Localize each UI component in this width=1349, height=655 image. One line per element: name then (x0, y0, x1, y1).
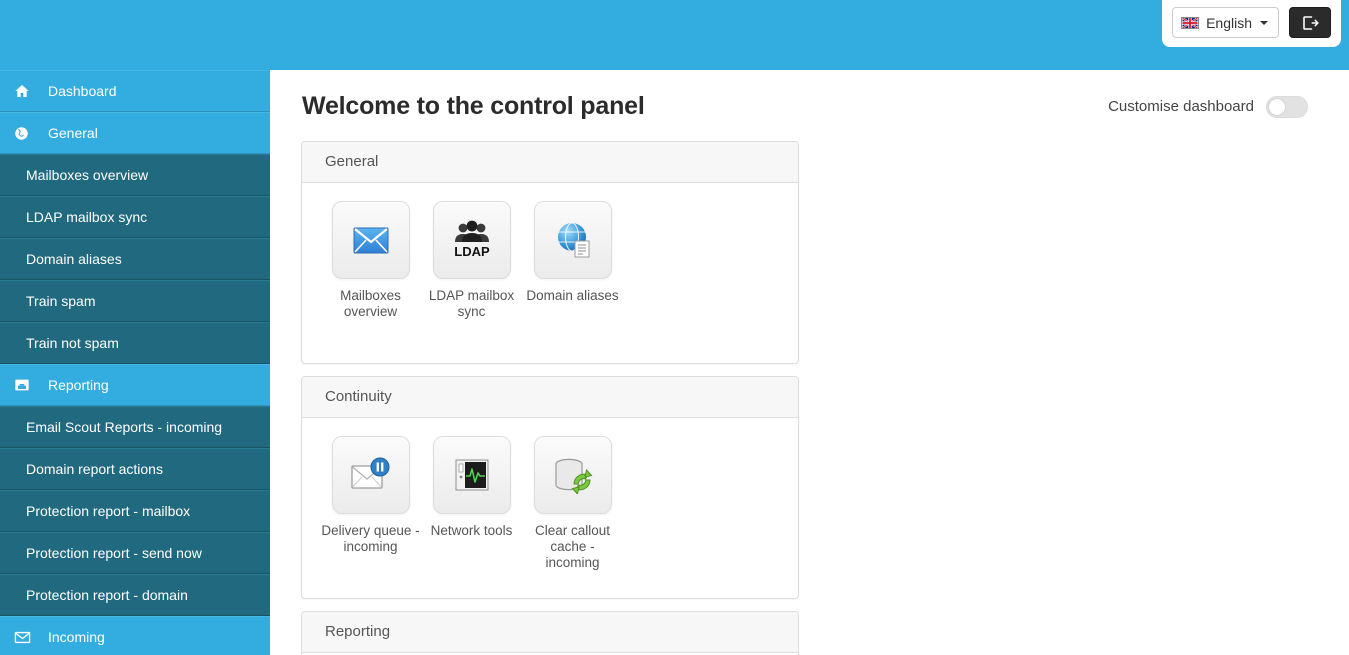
home-icon (14, 83, 36, 99)
dashboard-panels: General Mailboxes overview LDAP LDAP mai… (270, 121, 1349, 655)
panel-general: General Mailboxes overview LDAP LDAP mai… (301, 141, 799, 364)
envelope-pause-icon (349, 456, 393, 494)
tile-label: LDAP mailbox sync (428, 288, 515, 319)
tile-icon-box (432, 436, 511, 514)
sidebar-item-reporting[interactable]: Reporting (0, 364, 270, 406)
language-label: English (1206, 14, 1252, 31)
sign-out-icon (1301, 14, 1319, 32)
customise-dashboard-toggle[interactable] (1266, 95, 1308, 118)
sidebar-navigation: Dashboard General Mailboxes overview LDA… (0, 70, 270, 655)
sidebar-item-train-spam[interactable]: Train spam (0, 280, 270, 322)
inbox-icon (14, 377, 36, 393)
top-header-bar: English (0, 0, 1349, 70)
sidebar-item-dashboard[interactable]: Dashboard (0, 70, 270, 112)
page-header: Welcome to the control panel Customise d… (270, 70, 1349, 121)
tile-clear-callout-cache-incoming[interactable]: Clear callout cache - incoming (522, 436, 623, 571)
logout-button[interactable] (1289, 7, 1331, 38)
customise-dashboard-label: Customise dashboard (1108, 98, 1254, 115)
panel-header: General (302, 142, 798, 183)
sidebar-item-label: General (48, 125, 98, 141)
panel-body: Delivery queue - incoming Network tools … (302, 418, 798, 598)
sidebar-item-label: Train not spam (26, 335, 119, 351)
main-content: Welcome to the control panel Customise d… (270, 70, 1349, 655)
sidebar-item-protection-report-mailbox[interactable]: Protection report - mailbox (0, 490, 270, 532)
tile-delivery-queue-incoming[interactable]: Delivery queue - incoming (320, 436, 421, 555)
sidebar-item-domain-aliases[interactable]: Domain aliases (0, 238, 270, 280)
sidebar-item-protection-report-domain[interactable]: Protection report - domain (0, 574, 270, 616)
svg-text:LDAP: LDAP (454, 244, 490, 259)
globe-icon (14, 126, 36, 141)
sidebar-item-label: Incoming (48, 629, 105, 645)
sidebar-item-label: Domain report actions (26, 461, 163, 477)
panel-header: Continuity (302, 377, 798, 418)
sidebar-item-label: Protection report - domain (26, 587, 188, 603)
sidebar-item-domain-report-actions[interactable]: Domain report actions (0, 448, 270, 490)
sidebar-item-label: Train spam (26, 293, 96, 309)
sidebar-item-label: Email Scout Reports - incoming (26, 419, 223, 435)
panel-title: Reporting (325, 623, 391, 640)
sidebar-item-incoming[interactable]: Incoming (0, 616, 270, 655)
panel-title: Continuity (325, 388, 392, 405)
tile-icon-box (331, 436, 410, 514)
globe-document-icon (552, 220, 594, 260)
sidebar-item-label: LDAP mailbox sync (26, 209, 148, 225)
tile-icon-box (533, 201, 612, 279)
panel-continuity: Continuity Delivery queue - incoming Net… (301, 376, 799, 599)
sidebar-item-protection-report-send-now[interactable]: Protection report - send now (0, 532, 270, 574)
sidebar-item-label: Domain aliases (26, 251, 122, 267)
panel-header: Reporting (302, 612, 798, 653)
sidebar-item-train-not-spam[interactable]: Train not spam (0, 322, 270, 364)
sidebar-item-label: Mailboxes overview (26, 167, 149, 183)
toggle-knob (1268, 97, 1286, 116)
tile-ldap-mailbox-sync[interactable]: LDAP LDAP mailbox sync (421, 201, 522, 320)
sidebar-item-general[interactable]: General (0, 112, 270, 154)
tile-icon-box: LDAP (432, 201, 511, 279)
panel-reporting: Reporting (301, 611, 799, 655)
sidebar-item-label: Dashboard (48, 83, 117, 99)
tile-domain-aliases[interactable]: Domain aliases (522, 201, 623, 304)
tile-icon-box (331, 201, 410, 279)
tile-network-tools[interactable]: Network tools (421, 436, 522, 539)
network-monitor-icon (454, 458, 490, 492)
sidebar-item-ldap-mailbox-sync[interactable]: LDAP mailbox sync (0, 196, 270, 238)
chevron-down-icon (1260, 20, 1268, 25)
panel-body: Mailboxes overview LDAP LDAP mailbox syn… (302, 183, 798, 363)
tile-label: Domain aliases (526, 288, 619, 303)
sidebar-item-label: Protection report - send now (26, 545, 202, 561)
language-selector[interactable]: English (1172, 7, 1279, 38)
tile-label: Network tools (430, 523, 513, 538)
tile-label: Mailboxes overview (340, 288, 401, 319)
tile-mailboxes-overview[interactable]: Mailboxes overview (320, 201, 421, 320)
sidebar-item-email-scout-reports-incoming[interactable]: Email Scout Reports - incoming (0, 406, 270, 448)
tile-label: Delivery queue - incoming (321, 523, 420, 554)
envelope-icon (14, 629, 36, 646)
sidebar-item-mailboxes-overview[interactable]: Mailboxes overview (0, 154, 270, 196)
tile-icon-box (533, 436, 612, 514)
header-actions: English (1162, 0, 1341, 47)
panel-title: General (325, 153, 379, 170)
uk-flag-icon (1181, 16, 1200, 29)
tile-label: Clear callout cache - incoming (534, 523, 611, 570)
customise-dashboard-control: Customise dashboard (1108, 95, 1308, 118)
ldap-users-icon: LDAP (450, 219, 494, 261)
blue-envelope-icon (353, 227, 389, 254)
page-title: Welcome to the control panel (302, 92, 645, 120)
sidebar-item-label: Reporting (48, 377, 109, 393)
database-refresh-icon (551, 456, 595, 494)
sidebar-item-label: Protection report - mailbox (26, 503, 191, 519)
